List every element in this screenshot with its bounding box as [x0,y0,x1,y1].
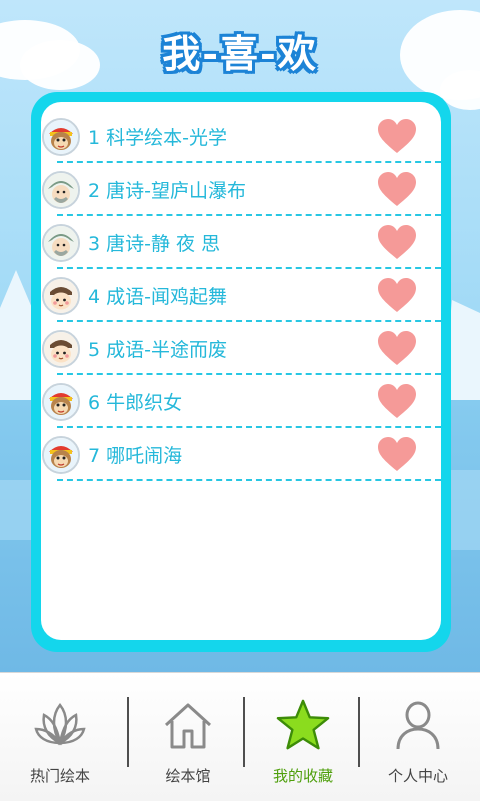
tab-library[interactable]: 绘本馆 [128,673,248,801]
heart-icon[interactable] [375,329,419,369]
heart-icon[interactable] [375,170,419,210]
favorite-item[interactable]: 6 牛郎织女 [41,375,441,428]
page-title: 我-喜-欢 [0,18,480,82]
favorite-item[interactable]: 7 哪吒闹海 [41,428,441,481]
favorites-panel-inner[interactable]: 1 科学绘本-光学 2 唐诗-望庐山瀑布 3 唐诗-静 夜 思 4 成语-闻鸡起舞 5 … [41,102,441,640]
favorites-panel: 1 科学绘本-光学 2 唐诗-望庐山瀑布 3 唐诗-静 夜 思 4 成语-闻鸡起舞 5 … [31,92,451,652]
monkey-king-icon [42,435,80,474]
favorite-item-title: 4 成语-闻鸡起舞 [88,286,227,308]
poet-icon [42,223,80,262]
favorite-item[interactable]: 3 唐诗-静 夜 思 [41,216,441,269]
tab-library-label: 绘本馆 [165,767,211,785]
tab-profile[interactable]: 个人中心 [358,673,478,801]
page-title-text: 我-喜-欢 [162,30,318,76]
scholar-icon [42,329,80,368]
heart-icon[interactable] [375,223,419,263]
bottom-tab-bar: 热门绘本 绘本馆 我的收藏 个人中心 [0,672,480,801]
favorite-item-title: 1 科学绘本-光学 [88,127,227,149]
tab-favorites[interactable]: 我的收藏 [243,673,363,801]
lotus-icon [32,695,88,755]
favorite-item-title: 3 唐诗-静 夜 思 [88,233,221,255]
favorite-item-title: 7 哪吒闹海 [88,445,183,467]
tab-favorites-label: 我的收藏 [272,767,333,785]
home-icon [160,695,216,755]
heart-icon[interactable] [375,435,419,475]
favorite-item-title: 6 牛郎织女 [88,392,183,414]
favorite-item-title: 5 成语-半途而废 [88,339,227,361]
person-icon [390,695,446,755]
heart-icon[interactable] [375,276,419,316]
favorite-item[interactable]: 2 唐诗-望庐山瀑布 [41,163,441,216]
star-icon [275,695,331,755]
favorite-item-title: 2 唐诗-望庐山瀑布 [88,180,246,202]
tab-hot-books[interactable]: 热门绘本 [0,673,120,801]
heart-icon[interactable] [375,382,419,422]
favorite-item[interactable]: 4 成语-闻鸡起舞 [41,269,441,322]
favorite-item[interactable]: 5 成语-半途而废 [41,322,441,375]
poet-icon [42,170,80,209]
monkey-king-icon [42,382,80,421]
monkey-king-icon [42,117,80,156]
scholar-icon [42,276,80,315]
favorite-item[interactable]: 1 科学绘本-光学 [41,110,441,163]
heart-icon[interactable] [375,117,419,157]
tab-hot-books-label: 热门绘本 [29,767,90,785]
favorites-list: 1 科学绘本-光学 2 唐诗-望庐山瀑布 3 唐诗-静 夜 思 4 成语-闻鸡起舞 5 … [41,110,441,481]
tab-profile-label: 个人中心 [387,767,448,785]
